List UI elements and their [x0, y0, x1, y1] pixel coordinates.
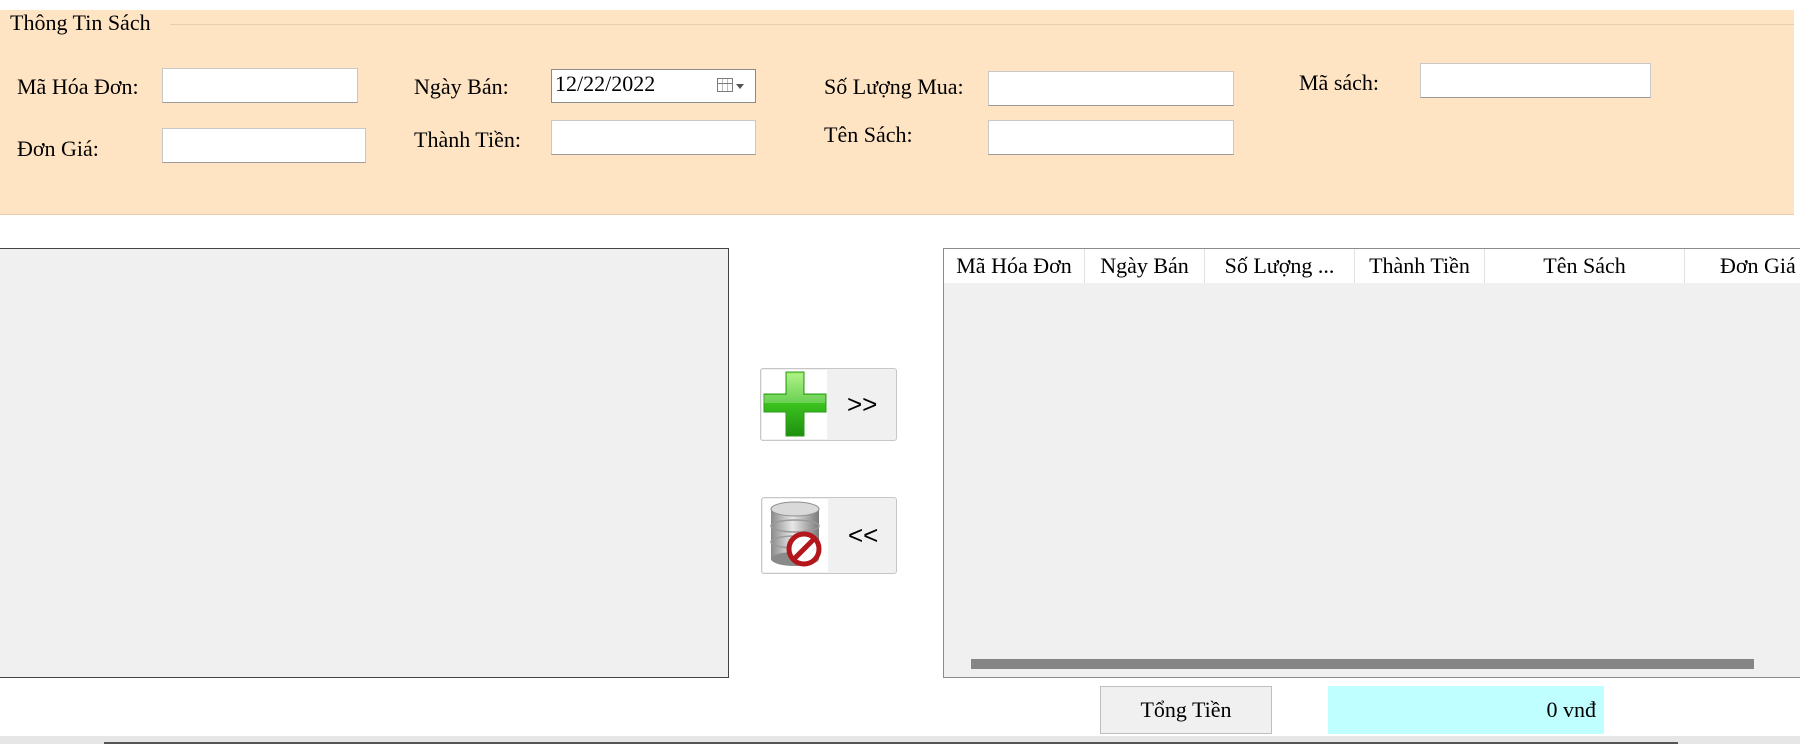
column-header[interactable]: Mã Hóa Đơn	[944, 249, 1085, 283]
sale-date-value: 12/22/2022	[555, 71, 656, 96]
invoice-grid[interactable]: Mã Hóa Đơn Ngày Bán Số Lượng ... Thành T…	[943, 248, 1800, 678]
remove-button-label: <<	[848, 520, 879, 550]
book-id-label: Mã sách:	[1299, 70, 1380, 95]
add-button[interactable]: >>	[760, 368, 897, 441]
unit-price-input[interactable]	[162, 128, 366, 163]
sale-date-picker[interactable]: 12/22/2022	[551, 69, 756, 103]
total-amount-label: Thành Tiền:	[414, 127, 521, 152]
column-header[interactable]: Số Lượng ...	[1205, 249, 1355, 283]
book-list-panel[interactable]	[0, 248, 729, 678]
column-header[interactable]: Tên Sách	[1485, 249, 1685, 283]
column-header[interactable]: Thành Tiền	[1355, 249, 1485, 283]
book-id-input[interactable]	[1420, 63, 1651, 98]
chevron-down-icon[interactable]	[736, 84, 744, 89]
unit-price-label: Đơn Giá:	[17, 136, 99, 161]
column-header[interactable]: Đơn Giá	[1685, 249, 1800, 283]
calendar-icon[interactable]	[717, 78, 733, 92]
invoice-id-label: Mã Hóa Đơn:	[17, 74, 139, 99]
quantity-input[interactable]	[988, 71, 1234, 106]
scrollbar-thumb[interactable]	[971, 659, 1754, 669]
book-name-label: Tên Sách:	[824, 122, 913, 147]
book-name-input[interactable]	[988, 120, 1234, 155]
remove-button[interactable]: <<	[761, 497, 897, 574]
invoice-id-input[interactable]	[162, 68, 358, 103]
database-delete-icon	[763, 499, 828, 572]
total-button[interactable]: Tổng Tiền	[1100, 686, 1272, 734]
sale-date-label: Ngày Bán:	[414, 74, 509, 99]
group-border	[170, 24, 1794, 25]
add-button-label: >>	[847, 389, 878, 419]
group-border-bottom	[0, 214, 1794, 215]
quantity-label: Số Lượng Mua:	[824, 74, 964, 99]
total-amount-input[interactable]	[551, 120, 756, 155]
total-value: 0 vnđ	[1328, 686, 1604, 734]
column-header[interactable]: Ngày Bán	[1085, 249, 1205, 283]
book-info-group	[0, 10, 1794, 214]
group-title: Thông Tin Sách	[10, 10, 151, 35]
grid-header: Mã Hóa Đơn Ngày Bán Số Lượng ... Thành T…	[944, 249, 1800, 283]
green-plus-icon	[762, 370, 827, 439]
